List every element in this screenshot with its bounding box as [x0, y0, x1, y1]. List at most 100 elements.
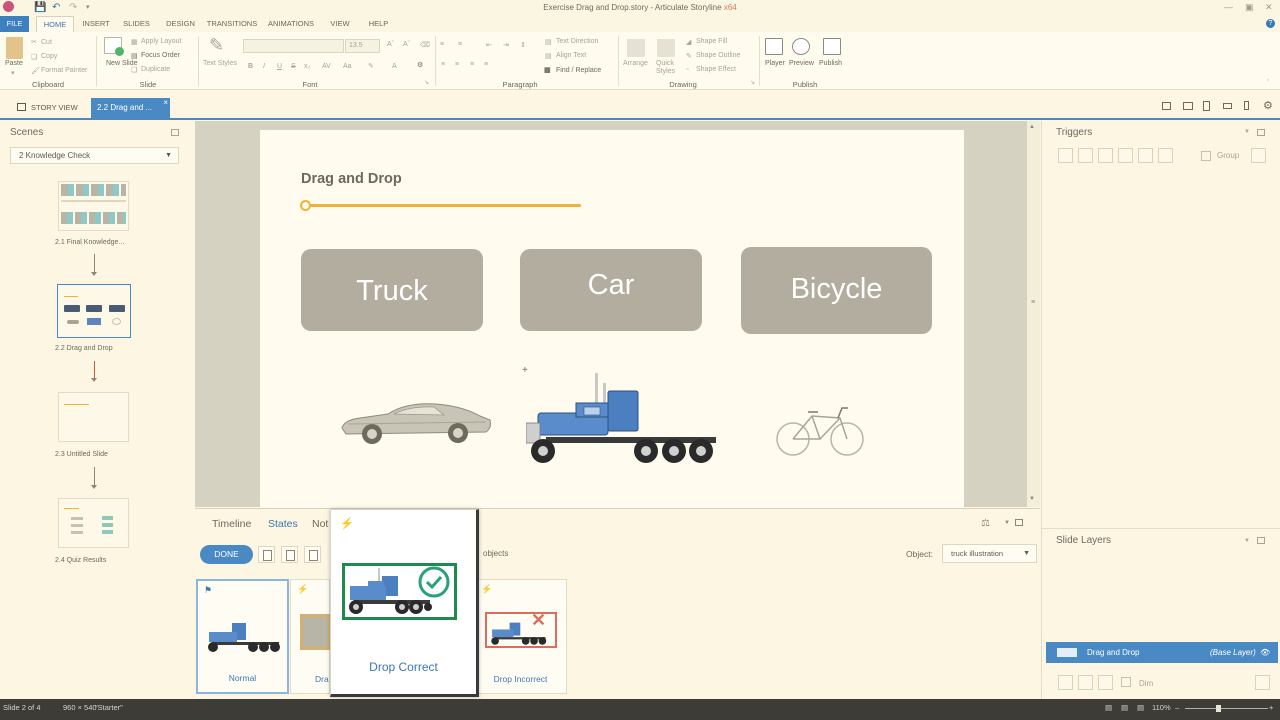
view-tablet-portrait-icon[interactable] [1203, 101, 1210, 111]
slide-thumbnail-2-4[interactable] [58, 498, 129, 548]
restore-icon[interactable]: ▣ [1245, 2, 1254, 13]
slide-thumbnail-2-1[interactable] [58, 181, 129, 231]
font-color-icon[interactable]: A [392, 63, 397, 70]
strike-button[interactable]: S [291, 63, 296, 70]
font-family-select[interactable] [243, 39, 344, 53]
panel-pin-icon[interactable]: ⚖ [981, 518, 990, 529]
zoom-slider[interactable] [1185, 708, 1268, 709]
truck-illustration[interactable] [526, 371, 718, 465]
shape-fill-button[interactable]: Shape Fill [696, 38, 727, 45]
visibility-eye-icon[interactable]: 👁 [1260, 642, 1270, 663]
publish-button[interactable]: Publish [819, 60, 842, 67]
view-tablet-landscape-icon[interactable] [1183, 102, 1193, 110]
arrange-button[interactable]: Arrange [623, 60, 648, 67]
scroll-up-icon[interactable]: ▲ [1029, 124, 1035, 130]
char-spacing-icon[interactable]: AV [322, 63, 331, 70]
justify-icon[interactable]: ≡ [484, 61, 488, 68]
highlight-icon[interactable]: ✎ [368, 62, 374, 70]
help-icon[interactable]: ? [1266, 19, 1275, 28]
move-trigger-button[interactable] [1158, 148, 1173, 163]
canvas-vertical-scrollbar[interactable]: ▲ ≡ ▼ [1027, 121, 1040, 507]
slide-thumbnail-2-2[interactable] [57, 284, 131, 338]
tab-help[interactable]: HELP [365, 16, 392, 32]
subscript-icon[interactable]: x₂ [304, 63, 310, 70]
copy-icon[interactable]: ❏ [31, 53, 37, 61]
tab-notes[interactable]: Not [312, 518, 328, 530]
clear-format-icon[interactable]: ⌫ [420, 41, 430, 49]
publish-icon[interactable] [823, 38, 841, 55]
fit-icon[interactable]: ▤ [1137, 699, 1144, 717]
tab-view[interactable]: VIEW [326, 16, 354, 32]
zoom-in-icon[interactable]: + [1269, 699, 1273, 717]
paste-icon[interactable] [6, 37, 23, 59]
trigger-settings-button[interactable] [1251, 148, 1266, 163]
comments-icon[interactable]: ▤ [1121, 699, 1128, 717]
tab-file[interactable]: FILE [0, 16, 29, 32]
player-icon[interactable] [765, 38, 783, 55]
paste-button[interactable]: Paste [5, 60, 23, 67]
tab-states[interactable]: States [268, 518, 298, 530]
delete-layer-button[interactable] [1098, 675, 1113, 690]
quick-styles-button[interactable]: Quick Styles [656, 60, 678, 76]
tab-home[interactable]: HOME [36, 16, 74, 32]
drop-target-car[interactable]: Car [520, 249, 702, 331]
panel-menu-icon[interactable]: ▼ [1004, 520, 1010, 526]
notes-icon[interactable]: ▤ [1105, 699, 1112, 717]
decrease-indent-icon[interactable]: ⇤ [486, 41, 492, 49]
tab-timeline[interactable]: Timeline [212, 518, 251, 530]
align-right-icon[interactable]: ≡ [470, 61, 474, 68]
triggers-float-icon[interactable] [1257, 129, 1265, 136]
state-card-normal[interactable]: ⚑ Normal [196, 579, 289, 694]
line-spacing-icon[interactable]: ⇕ [520, 41, 526, 49]
story-view-tab[interactable]: STORY VIEW [31, 103, 78, 112]
slide-thumbnail-2-3[interactable] [58, 392, 129, 442]
done-button[interactable]: DONE [200, 545, 253, 564]
duplicate-state-button[interactable] [304, 546, 321, 563]
shape-effect-button[interactable]: Shape Effect [696, 66, 736, 73]
align-text-icon[interactable]: ▤ [545, 52, 552, 60]
text-styles-button[interactable]: Text Styles [203, 60, 237, 67]
new-layer-button[interactable] [1058, 675, 1073, 690]
preview-button[interactable]: Preview [789, 60, 814, 67]
progress-line[interactable] [306, 204, 581, 207]
dim-checkbox[interactable] [1121, 677, 1131, 687]
view-desktop-icon[interactable] [1162, 102, 1171, 110]
player-button[interactable]: Player [765, 60, 785, 67]
apply-layout-icon[interactable]: ▦ [131, 38, 138, 46]
group-checkbox[interactable] [1201, 151, 1211, 161]
bullets-icon[interactable]: ≡ [440, 41, 444, 48]
preview-icon[interactable] [792, 38, 810, 55]
format-painter-button[interactable]: Format Painter [41, 67, 87, 74]
bold-button[interactable]: B [248, 63, 253, 70]
shape-outline-icon[interactable]: ✎ [686, 52, 692, 60]
arrange-icon[interactable] [627, 39, 645, 57]
scroll-down-icon[interactable]: ▼ [1029, 496, 1035, 502]
scenes-panel-toggle-icon[interactable] [171, 129, 179, 136]
state-card-drag-over[interactable]: ⚡ Dra [290, 579, 331, 694]
increase-indent-icon[interactable]: ⇥ [503, 41, 509, 49]
apply-layout-button[interactable]: Apply Layout [141, 38, 181, 45]
triggers-menu-icon[interactable]: ▼ [1244, 129, 1250, 135]
view-phone-portrait-icon[interactable] [1244, 101, 1249, 110]
edit-state-button[interactable] [281, 546, 298, 563]
panel-float-icon[interactable] [1015, 519, 1023, 526]
find-replace-icon[interactable]: ▦ [544, 66, 551, 74]
font-size-select[interactable]: 13.5 [345, 39, 380, 53]
scene-select[interactable]: 2 Knowledge Check ▼ [10, 147, 179, 164]
focus-order-icon[interactable]: ▤ [131, 52, 138, 60]
layer-settings-button[interactable] [1255, 675, 1270, 690]
italic-button[interactable]: I [263, 63, 265, 70]
duplicate-layer-button[interactable] [1078, 675, 1093, 690]
close-window-icon[interactable]: ✕ [1265, 2, 1273, 13]
text-styles-icon[interactable]: ✎ [209, 35, 224, 56]
cut-button[interactable]: Cut [41, 39, 52, 46]
slide-tab-active[interactable]: 2.2 Drag and ... × [91, 98, 170, 118]
shrink-font-icon[interactable]: Aˇ [403, 41, 410, 48]
state-card-drop-incorrect[interactable]: ⚡ ✕ Drop Incorrect [474, 579, 567, 694]
drop-target-bicycle[interactable]: Bicycle [741, 247, 932, 334]
edit-trigger-button[interactable] [1078, 148, 1093, 163]
find-replace-button[interactable]: Find / Replace [556, 67, 601, 74]
new-trigger-button[interactable] [1058, 148, 1073, 163]
layer-row-base[interactable]: Drag and Drop (Base Layer) 👁 [1046, 642, 1278, 663]
numbering-icon[interactable]: ≡ [458, 41, 462, 48]
